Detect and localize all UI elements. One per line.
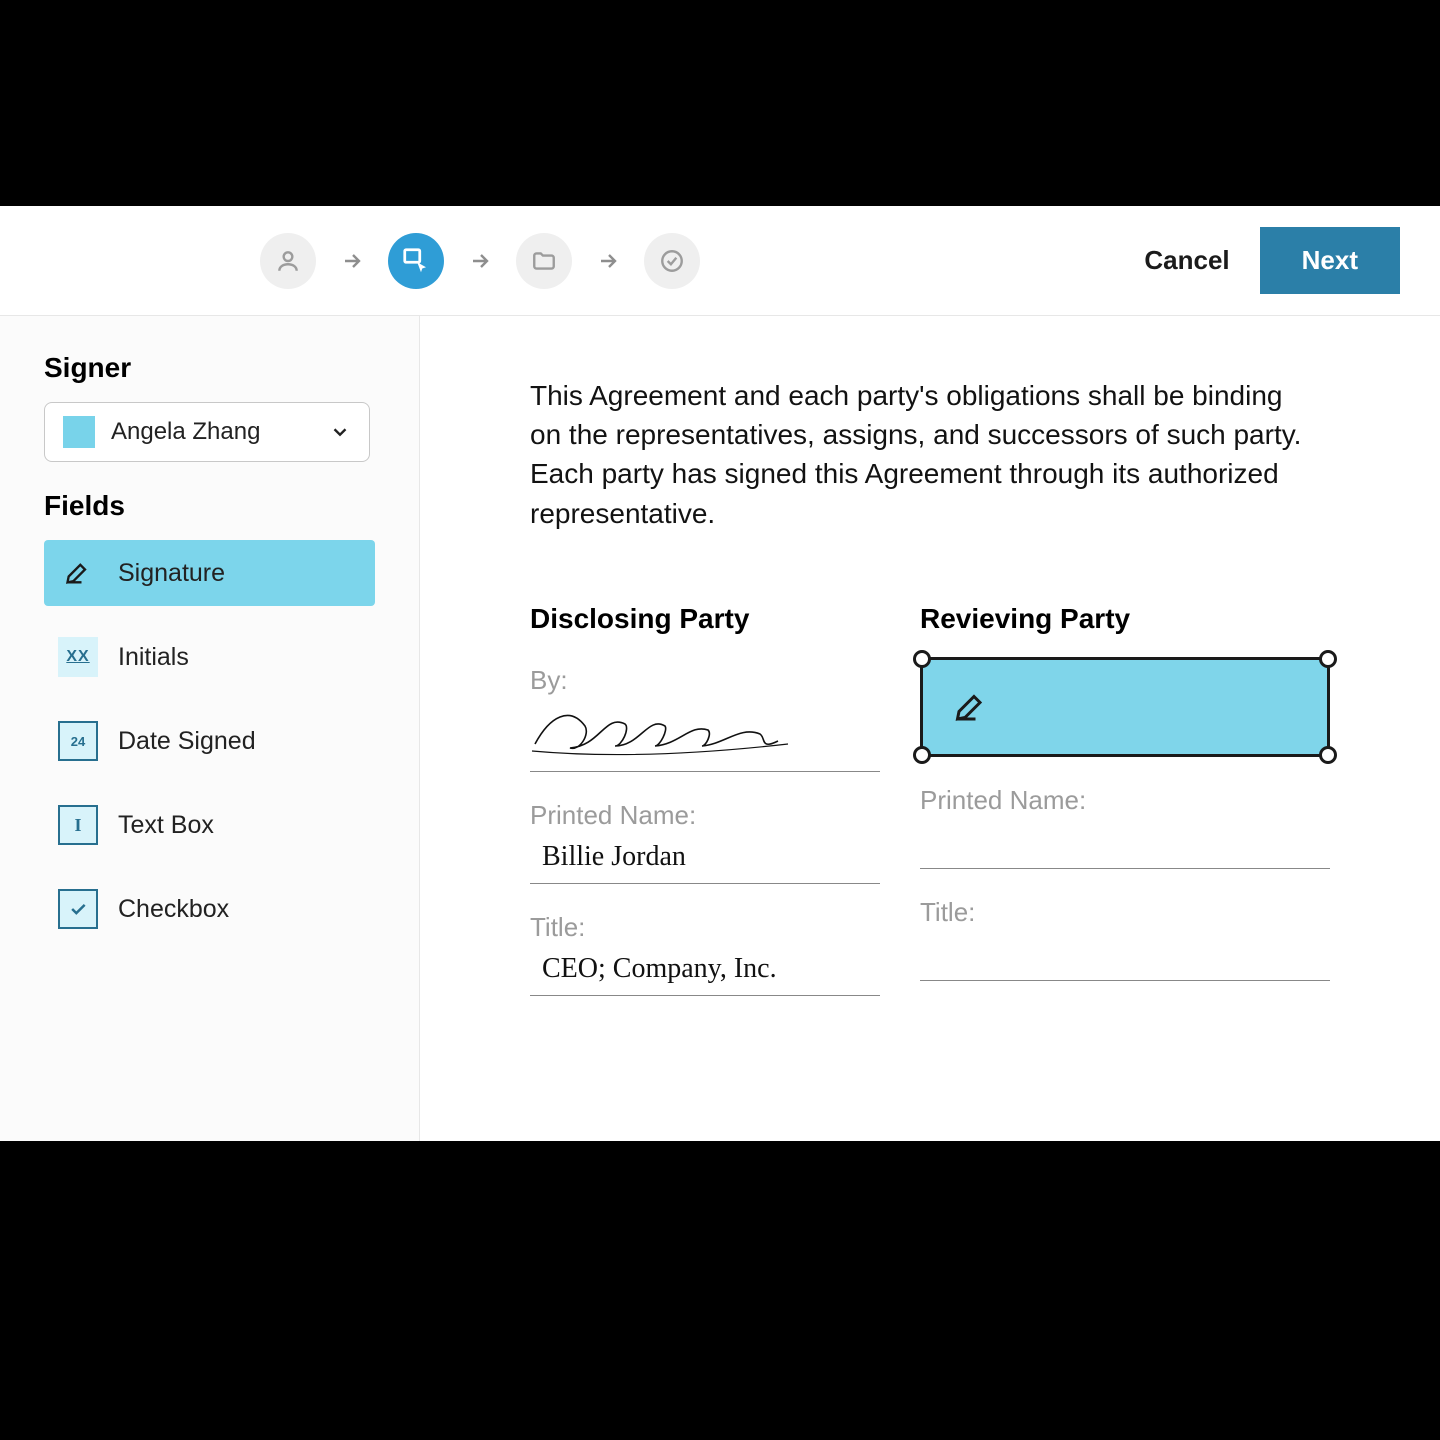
progress-steps [260, 233, 700, 289]
disclosing-heading: Disclosing Party [530, 603, 880, 635]
signature-image [530, 696, 790, 766]
underline [530, 995, 880, 996]
printed-name-value [920, 820, 1330, 868]
step-place-fields-icon[interactable] [388, 233, 444, 289]
resize-handle[interactable] [1319, 746, 1337, 764]
field-label: Text Box [118, 811, 214, 840]
sidebar: Signer Angela Zhang Fields Signature XX [0, 316, 420, 1141]
reviewing-heading: Revieving Party [920, 603, 1330, 635]
title-value: CEO; Company, Inc. [530, 947, 880, 995]
title-label: Title: [530, 912, 880, 943]
signature-icon [953, 689, 989, 725]
textbox-icon: I [58, 805, 98, 845]
resize-handle[interactable] [913, 650, 931, 668]
step-signer-icon[interactable] [260, 233, 316, 289]
arrow-icon [596, 249, 620, 273]
signature-icon [58, 553, 98, 593]
agreement-paragraph: This Agreement and each party's obligati… [530, 376, 1310, 533]
field-checkbox[interactable]: Checkbox [44, 876, 375, 942]
signer-color-swatch [63, 416, 95, 448]
underline [920, 980, 1330, 981]
step-folder-icon[interactable] [516, 233, 572, 289]
disclosing-party-section: Disclosing Party By: Printed Name: Billi… [530, 603, 880, 1024]
chevron-down-icon [329, 421, 351, 443]
arrow-icon [468, 249, 492, 273]
top-toolbar: Cancel Next [0, 206, 1440, 316]
calendar-icon: 24 [58, 721, 98, 761]
placed-signature-field[interactable] [920, 657, 1330, 757]
field-label: Initials [118, 643, 189, 672]
signer-select[interactable]: Angela Zhang [44, 402, 370, 462]
initials-icon: XX [58, 637, 98, 677]
printed-name-value: Billie Jordan [530, 835, 880, 883]
reviewing-party-section: Revieving Party Printed Name: Title: [920, 603, 1330, 1024]
printed-name-label: Printed Name: [530, 800, 880, 831]
signature-line [530, 771, 880, 772]
document-canvas[interactable]: This Agreement and each party's obligati… [420, 316, 1440, 1141]
resize-handle[interactable] [913, 746, 931, 764]
signer-selected-label: Angela Zhang [111, 418, 329, 446]
by-label: By: [530, 665, 880, 696]
field-signature[interactable]: Signature [44, 540, 375, 606]
arrow-icon [340, 249, 364, 273]
field-text-box[interactable]: I Text Box [44, 792, 375, 858]
cancel-button[interactable]: Cancel [1144, 245, 1229, 276]
field-label: Signature [118, 559, 225, 588]
title-label: Title: [920, 897, 1330, 928]
signer-heading: Signer [44, 352, 375, 384]
next-button[interactable]: Next [1260, 227, 1400, 294]
checkbox-icon [58, 889, 98, 929]
title-value [920, 932, 1330, 980]
step-confirm-icon[interactable] [644, 233, 700, 289]
field-label: Checkbox [118, 895, 229, 924]
field-label: Date Signed [118, 727, 256, 756]
field-initials[interactable]: XX Initials [44, 624, 375, 690]
underline [530, 883, 880, 884]
printed-name-label: Printed Name: [920, 785, 1330, 816]
fields-heading: Fields [44, 490, 375, 522]
resize-handle[interactable] [1319, 650, 1337, 668]
underline [920, 868, 1330, 869]
field-date-signed[interactable]: 24 Date Signed [44, 708, 375, 774]
